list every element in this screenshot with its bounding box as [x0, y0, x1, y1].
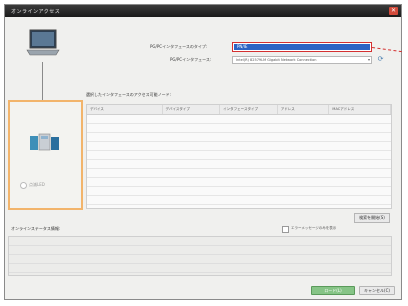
table-row[interactable] [87, 151, 391, 160]
load-button[interactable]: ロード(L) [311, 286, 355, 295]
status-line [9, 237, 391, 246]
status-line [9, 246, 391, 255]
table-row[interactable] [87, 160, 391, 169]
column-header-interface-type: インタフェースタイプ [220, 105, 278, 114]
laptop-icon [26, 28, 60, 63]
target-device-panel: 点滅LED [8, 100, 83, 210]
pg-pc-interface-select[interactable]: Intel(R) 82579LM Gigabit Network Connect… [232, 56, 372, 64]
flash-led-label: 点滅LED [29, 182, 45, 187]
table-row[interactable] [87, 187, 391, 196]
accessible-nodes-title: 選択したインタフェースのアクセス可能ノード: [86, 92, 171, 97]
accessible-nodes-table: デバイス デバイスタイプ インタフェースタイプ アドレス MACアドレス [86, 104, 392, 209]
only-errors-label: エラーメッセージのみを表示 [291, 226, 337, 230]
pg-pc-iface-label: PG/PCインタフェース: [170, 57, 212, 62]
column-header-device-type: デバイスタイプ [163, 105, 221, 114]
plc-device-icon [28, 132, 64, 155]
online-status-label: オンラインステータス情報: [11, 226, 61, 231]
table-row[interactable] [87, 133, 391, 142]
pg-pc-type-label: PG/PCインタフェースのタイプ: [150, 44, 208, 49]
window-title: オンラインアクセス [11, 9, 61, 15]
table-row[interactable] [87, 124, 391, 133]
table-row[interactable] [87, 178, 391, 187]
table-row[interactable] [87, 196, 391, 205]
close-icon[interactable]: ✕ [389, 7, 398, 15]
flash-led-radio[interactable] [20, 182, 27, 189]
pg-pc-type-value: PN/IE [234, 44, 370, 50]
online-status-log [8, 236, 392, 276]
pg-pc-type-select[interactable]: PN/IE [232, 42, 372, 52]
online-status-header: オンラインステータス情報: エラーメッセージのみを表示 [8, 224, 392, 234]
column-header-mac-address: MACアドレス [329, 105, 391, 114]
status-line [9, 264, 391, 273]
cancel-button[interactable]: キャンセル(C) [359, 286, 395, 295]
table-row[interactable] [87, 169, 391, 178]
column-header-device: デバイス [87, 105, 163, 114]
connection-line [42, 62, 43, 105]
column-header-address: アドレス [278, 105, 330, 114]
start-search-button[interactable]: 検索を開始(S) [354, 213, 390, 223]
status-line [9, 255, 391, 264]
table-row[interactable] [87, 115, 391, 124]
refresh-icon[interactable]: ⟳ [376, 55, 385, 64]
table-row[interactable] [87, 142, 391, 151]
title-bar: オンラインアクセス ✕ [5, 5, 401, 17]
chevron-down-icon: ▾ [367, 57, 370, 62]
pg-pc-interface-value: Intel(R) 82579LM Gigabit Network Connect… [236, 58, 317, 62]
table-header: デバイス デバイスタイプ インタフェースタイプ アドレス MACアドレス [87, 105, 391, 115]
only-errors-checkbox[interactable] [282, 226, 289, 233]
